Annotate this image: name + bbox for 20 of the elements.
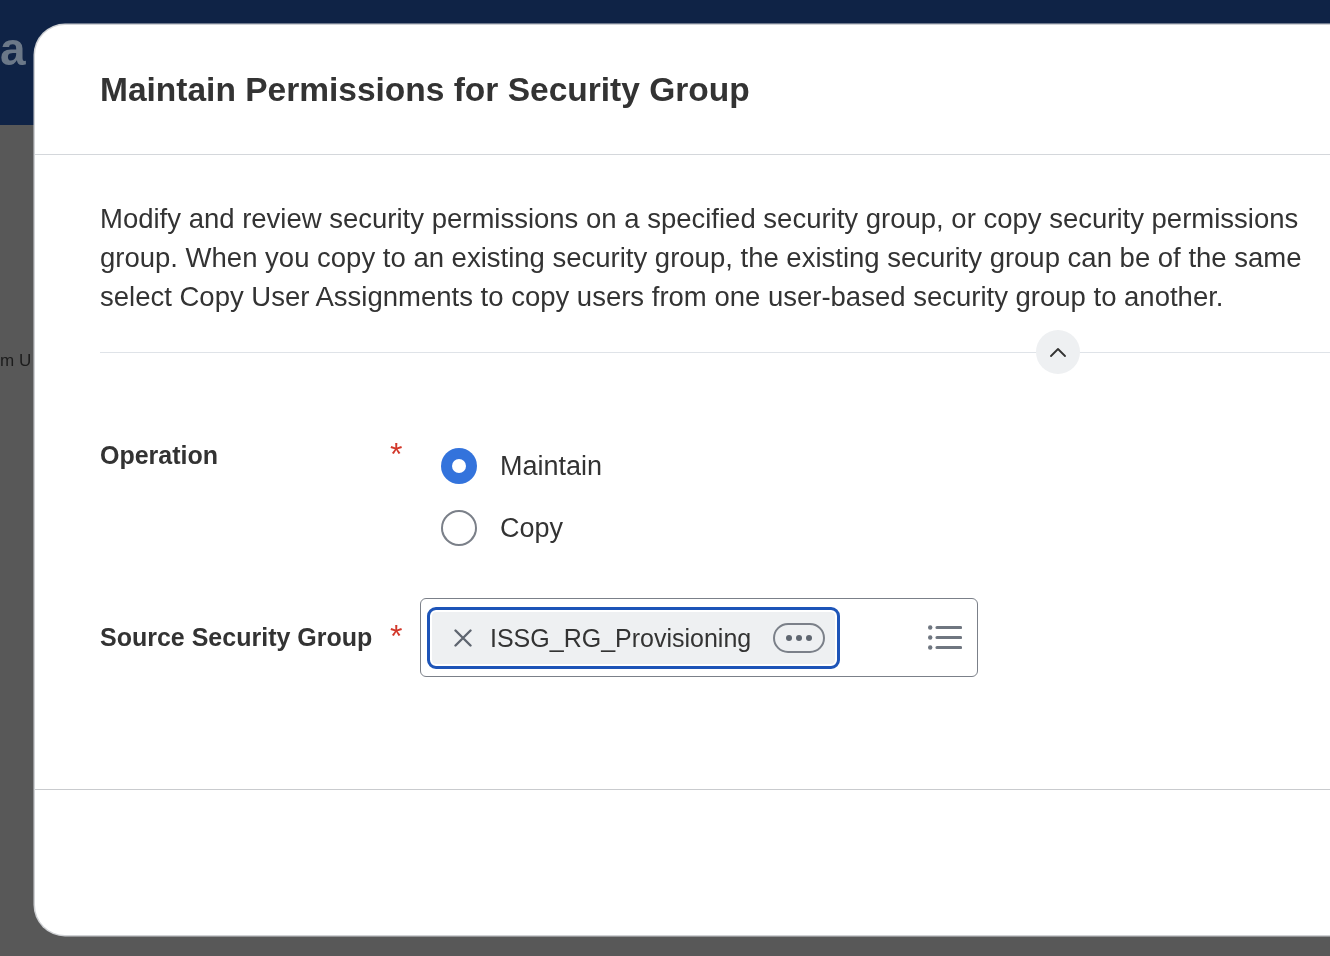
chevron-up-icon — [1050, 346, 1066, 358]
list-icon[interactable] — [928, 625, 962, 650]
radio-button[interactable] — [441, 510, 477, 546]
field-label: Source Security Group — [100, 622, 373, 652]
radio-label[interactable]: Maintain — [500, 450, 603, 482]
field-label: Operation — [100, 440, 219, 470]
chip-label: ISSG_RG_Provisioning — [490, 622, 752, 654]
selected-item-chip[interactable]: ISSG_RG_Provisioning — [427, 606, 840, 669]
collapse-button[interactable] — [1036, 330, 1080, 374]
dialog-title: Maintain Permissions for Security Group — [100, 69, 750, 110]
prompt-field[interactable]: ISSG_RG_Provisioning — [420, 598, 978, 677]
page-heading-text: a — [0, 24, 26, 74]
required-mark: * — [390, 621, 403, 651]
radio-label[interactable]: Copy — [500, 512, 564, 544]
more-options-icon[interactable] — [773, 622, 825, 653]
page-text: m U — [0, 350, 32, 372]
description-text: Modify and review security permissions on a specified security group, or copy security permissions group. When you copy to an existing security group, the existing security group can be of the same select Copy User Assignments to copy users from one user-based security group to another. — [100, 202, 1303, 314]
remove-icon[interactable] — [454, 628, 472, 647]
radio-button[interactable] — [441, 448, 477, 484]
required-mark: * — [390, 439, 403, 469]
